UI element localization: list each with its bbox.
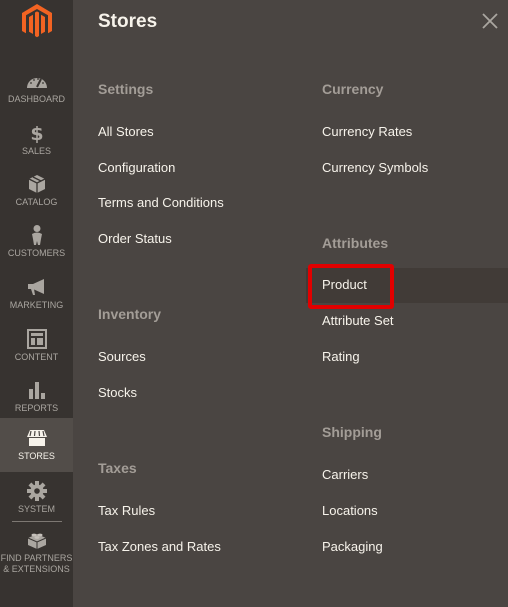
layout-icon	[26, 329, 47, 349]
stores-submenu-panel: Stores Settings All Stores Configuration…	[73, 0, 508, 607]
svg-text:$: $	[30, 123, 43, 144]
menu-link-packaging[interactable]: Packaging	[322, 539, 383, 554]
gear-icon	[26, 481, 47, 501]
nav-stores[interactable]: Stores	[0, 418, 73, 472]
menu-link-terms-and-conditions[interactable]: Terms and Conditions	[98, 195, 224, 210]
box-icon	[28, 175, 45, 193]
magento-logo[interactable]	[22, 4, 52, 40]
menu-link-stocks[interactable]: Stocks	[98, 385, 137, 400]
menu-link-all-stores[interactable]: All Stores	[98, 124, 154, 139]
admin-sidebar: Dashboard $ Sales Catalog Customers Mark…	[0, 0, 73, 607]
menu-link-tax-rules[interactable]: Tax Rules	[98, 503, 155, 518]
panel-title: Stores	[98, 11, 158, 32]
group-title-shipping: Shipping	[322, 424, 382, 440]
bar-chart-icon	[28, 382, 45, 399]
group-title-currency: Currency	[322, 81, 384, 97]
lego-brick-icon	[27, 533, 46, 549]
nav-label: Content	[14, 352, 59, 362]
menu-link-carriers[interactable]: Carriers	[322, 467, 368, 482]
group-title-attributes: Attributes	[322, 235, 389, 251]
group-title-inventory: Inventory	[98, 306, 162, 322]
nav-label: Dashboard	[7, 94, 65, 104]
group-title-settings: Settings	[98, 81, 154, 97]
person-icon	[31, 225, 42, 245]
nav-marketing[interactable]: Marketing	[0, 270, 73, 322]
nav-customers[interactable]: Customers	[0, 218, 73, 270]
group-title-taxes: Taxes	[98, 460, 137, 476]
nav-catalog[interactable]: Catalog	[0, 167, 73, 219]
menu-link-sources[interactable]: Sources	[98, 349, 146, 364]
megaphone-icon	[27, 279, 44, 295]
nav-label: Sales	[21, 146, 52, 156]
menu-link-attribute-set[interactable]: Attribute Set	[322, 313, 394, 328]
dashboard-gauge-icon	[26, 78, 47, 88]
menu-link-currency-rates[interactable]: Currency Rates	[322, 124, 412, 139]
nav-label: Find Partners	[0, 553, 73, 563]
dollar-icon: $	[30, 123, 43, 144]
sidebar-divider	[12, 521, 62, 522]
nav-label: System	[17, 504, 55, 514]
menu-link-tax-zones-and-rates[interactable]: Tax Zones and Rates	[98, 539, 221, 554]
nav-system[interactable]: System	[0, 474, 73, 526]
menu-link-rating[interactable]: Rating	[322, 349, 360, 364]
nav-label: Marketing	[9, 300, 64, 310]
menu-link-configuration[interactable]: Configuration	[98, 160, 175, 175]
nav-label: Customers	[7, 248, 66, 258]
menu-link-order-status[interactable]: Order Status	[98, 231, 172, 246]
nav-label: Catalog	[15, 197, 58, 207]
nav-find-partners[interactable]: Find Partners & Extensions	[0, 526, 73, 576]
nav-label: Stores	[18, 451, 55, 461]
storefront-icon	[26, 430, 47, 446]
menu-link-currency-symbols[interactable]: Currency Symbols	[322, 160, 428, 175]
close-icon[interactable]	[479, 10, 501, 32]
nav-dashboard[interactable]: Dashboard	[0, 64, 73, 116]
nav-label: & Extensions	[3, 564, 70, 574]
annotation-highlight-box	[308, 264, 394, 309]
nav-label: Reports	[14, 403, 59, 413]
nav-content[interactable]: Content	[0, 322, 73, 374]
menu-link-locations[interactable]: Locations	[322, 503, 378, 518]
nav-sales[interactable]: $ Sales	[0, 116, 73, 168]
